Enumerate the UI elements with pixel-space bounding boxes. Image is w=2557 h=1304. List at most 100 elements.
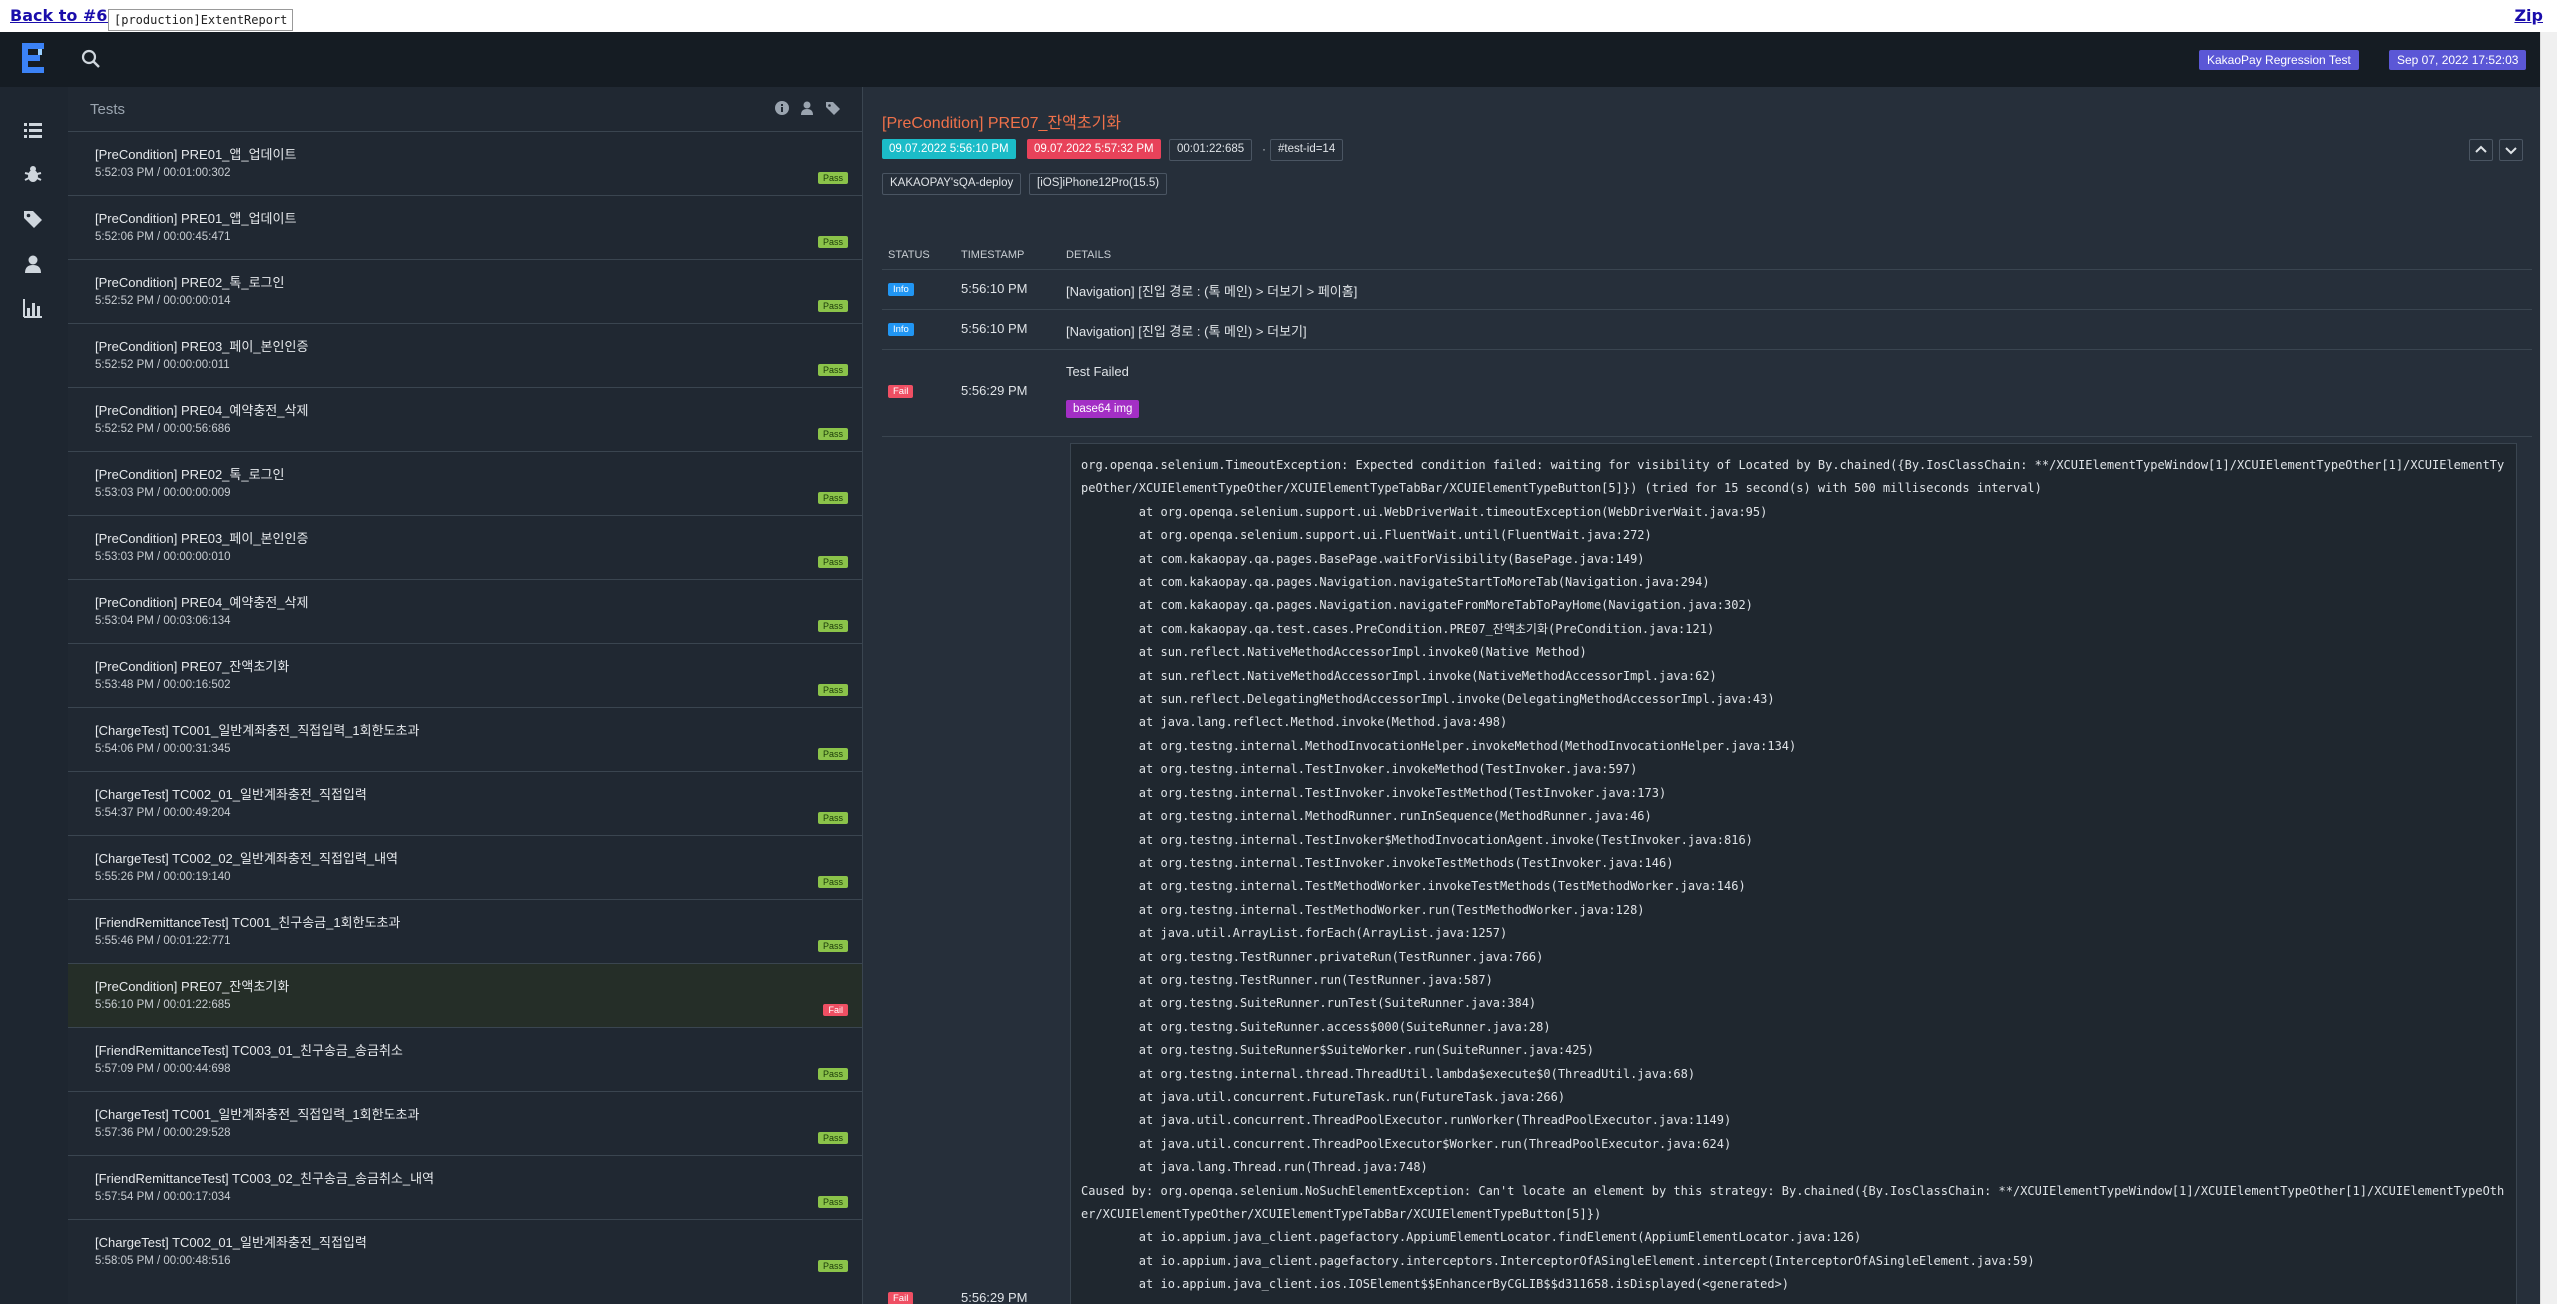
test-time: 5:54:37 PM / 00:00:49:204	[95, 807, 231, 819]
test-name: [PreCondition] PRE02_톡_로그인	[95, 275, 285, 290]
start-time-chip: 09.07.2022 5:56:10 PM	[882, 139, 1016, 159]
test-list-item[interactable]: [ChargeTest] TC002_01_일반계좌충전_직접입력 5:58:05…	[68, 1219, 862, 1283]
test-list-item[interactable]: [PreCondition] PRE02_톡_로그인 5:52:52 PM / 0…	[68, 259, 862, 323]
test-list-item[interactable]: [PreCondition] PRE03_페이_본인인증 5:53:03 PM /…	[68, 515, 862, 579]
status-badge: Pass	[817, 812, 848, 824]
test-name: [PreCondition] PRE03_페이_본인인증	[95, 339, 309, 354]
test-list-item[interactable]: [ChargeTest] TC002_01_일반계좌충전_직접입력 5:54:37…	[68, 771, 862, 835]
test-list-title: Tests	[90, 101, 126, 118]
test-list-item[interactable]: [FriendRemittanceTest] TC003_02_친구송금_송금취…	[68, 1155, 862, 1219]
list-icon[interactable]	[22, 119, 44, 141]
log-row: Info 5:56:10 PM [Navigation] [진입 경로 : (톡…	[882, 270, 2532, 310]
page-scrollbar[interactable]	[2540, 32, 2557, 1304]
back-link[interactable]: Back to #65	[10, 6, 119, 25]
log-row: Info 5:56:10 PM [Navigation] [진입 경로 : (톡…	[882, 310, 2532, 350]
bug-icon[interactable]	[22, 163, 44, 185]
status-badge: Pass	[817, 748, 848, 760]
test-name: [PreCondition] PRE04_예약충전_삭제	[95, 403, 309, 418]
test-time: 5:53:03 PM / 00:00:00:009	[95, 487, 231, 499]
next-test-button[interactable]	[2499, 139, 2523, 161]
test-time: 5:52:03 PM / 00:01:00:302	[95, 167, 231, 179]
duration-chip: 00:01:22:685	[1169, 139, 1253, 161]
end-time-chip: 09.07.2022 5:57:32 PM	[1027, 139, 1161, 159]
test-name: [FriendRemittanceTest] TC003_01_친구송금_송금취…	[95, 1043, 403, 1058]
test-name: [FriendRemittanceTest] TC003_02_친구송금_송금취…	[95, 1171, 435, 1186]
test-time: 5:55:46 PM / 00:01:22:771	[95, 935, 231, 947]
bar-chart-icon[interactable]	[22, 297, 44, 319]
log-details: [Navigation] [진입 경로 : (톡 메인) > 더보기]	[1066, 324, 1307, 339]
test-title: [PreCondition] PRE07_잔액초기화	[882, 115, 1122, 132]
base64-image-link[interactable]: base64 img	[1066, 400, 1140, 418]
test-time: 5:52:52 PM / 00:00:00:011	[95, 359, 230, 371]
test-list-item[interactable]: [ChargeTest] TC002_02_일반계좌충전_직접입력_내역 5:55…	[68, 835, 862, 899]
zip-link[interactable]: Zip	[2514, 6, 2543, 25]
test-list-item[interactable]: [ChargeTest] TC001_일반계좌충전_직접입력_1회한도초과 5:5…	[68, 707, 862, 771]
test-list: Tests [PreCondition] PRE01_앱_업데이트 5:52:03…	[68, 87, 863, 1304]
status-badge: Pass	[817, 684, 848, 696]
test-list-item[interactable]: [ChargeTest] TC001_일반계좌충전_직접입력_1회한도초과 5:5…	[68, 1091, 862, 1155]
tag-icon[interactable]	[825, 100, 841, 116]
status-badge: Pass	[817, 236, 848, 248]
status-badge: Pass	[817, 876, 848, 888]
test-time: 5:57:36 PM / 00:00:29:528	[95, 1127, 231, 1139]
test-name: [PreCondition] PRE03_페이_본인인증	[95, 531, 309, 546]
test-list-header: Tests	[68, 87, 862, 131]
test-list-item[interactable]: [PreCondition] PRE04_예약충전_삭제 5:52:52 PM /…	[68, 387, 862, 451]
device-tag-chip[interactable]: KAKAOPAY'sQA-deploy	[882, 173, 1022, 195]
log-time: 5:56:29 PM	[961, 1290, 1028, 1304]
test-name: [PreCondition] PRE04_예약충전_삭제	[95, 595, 309, 610]
test-id-chip: #test-id=14	[1270, 139, 1344, 161]
user-icon[interactable]	[799, 100, 815, 116]
test-list-item[interactable]: [PreCondition] PRE01_앱_업데이트 5:52:03 PM / …	[68, 131, 862, 195]
test-name: [PreCondition] PRE01_앱_업데이트	[95, 147, 297, 162]
test-name: [ChargeTest] TC002_02_일반계좌충전_직접입력_내역	[95, 851, 398, 866]
device-tag-chip[interactable]: [iOS]iPhone12Pro(15.5)	[1029, 173, 1168, 195]
test-time: 5:53:04 PM / 00:03:06:134	[95, 615, 231, 627]
log-details: [Navigation] [진입 경로 : (톡 메인) > 더보기 > 페이홈…	[1066, 284, 1358, 299]
user-icon[interactable]	[22, 253, 44, 275]
status-badge: Info	[888, 323, 914, 336]
tag-icon[interactable]	[22, 208, 44, 230]
chevron-down-icon	[2505, 147, 2517, 155]
test-name: [PreCondition] PRE07_잔액초기화	[95, 979, 290, 994]
test-time: 5:58:05 PM / 00:00:48:516	[95, 1255, 231, 1267]
chevron-up-icon	[2475, 145, 2487, 153]
log-table-header: STATUS TIMESTAMP DETAILS	[882, 241, 2532, 270]
side-nav	[0, 87, 68, 1304]
test-list-item[interactable]: [PreCondition] PRE07_잔액초기화 5:56:10 PM / 0…	[68, 963, 862, 1027]
status-badge: Pass	[817, 1196, 848, 1208]
status-badge: Pass	[817, 940, 848, 952]
separator-dot: ·	[1262, 142, 1266, 156]
test-name: [ChargeTest] TC002_01_일반계좌충전_직접입력	[95, 787, 367, 802]
test-name: [PreCondition] PRE02_톡_로그인	[95, 467, 285, 482]
status-header: STATUS	[888, 249, 930, 261]
prev-test-button[interactable]	[2469, 139, 2493, 161]
test-name: [PreCondition] PRE07_잔액초기화	[95, 659, 290, 674]
test-time: 5:53:48 PM / 00:00:16:502	[95, 679, 231, 691]
test-list-item[interactable]: [PreCondition] PRE04_예약충전_삭제 5:53:04 PM /…	[68, 579, 862, 643]
test-time: 5:57:09 PM / 00:00:44:698	[95, 1063, 231, 1075]
test-time: 5:52:52 PM / 00:00:00:014	[95, 295, 231, 307]
status-badge: Pass	[817, 428, 848, 440]
status-badge: Pass	[817, 1132, 848, 1144]
info-circle-icon[interactable]	[774, 100, 790, 116]
test-list-item[interactable]: [PreCondition] PRE01_앱_업데이트 5:52:06 PM / …	[68, 195, 862, 259]
test-time: 5:52:06 PM / 00:00:45:471	[95, 231, 231, 243]
status-badge: Pass	[817, 300, 848, 312]
test-list-item[interactable]: [PreCondition] PRE02_톡_로그인 5:53:03 PM / 0…	[68, 451, 862, 515]
report-tab[interactable]: [production]ExtentReport	[108, 9, 294, 31]
test-name: [ChargeTest] TC001_일반계좌충전_직접입력_1회한도초과	[95, 1107, 420, 1122]
app-header: KakaoPay Regression Test Sep 07, 2022 17…	[0, 32, 2541, 87]
search-icon[interactable]	[80, 48, 102, 70]
test-time: 5:57:54 PM / 00:00:17:034	[95, 1191, 231, 1203]
test-list-item[interactable]: [FriendRemittanceTest] TC001_친구송금_1회한도초과…	[68, 899, 862, 963]
test-list-item[interactable]: [FriendRemittanceTest] TC003_01_친구송금_송금취…	[68, 1027, 862, 1091]
status-badge: Pass	[817, 556, 848, 568]
logo-icon[interactable]	[22, 41, 52, 77]
status-badge: Pass	[817, 620, 848, 632]
status-badge: Pass	[817, 492, 848, 504]
test-name: [FriendRemittanceTest] TC001_친구송금_1회한도초과	[95, 915, 401, 930]
status-badge: Pass	[817, 1068, 848, 1080]
test-list-item[interactable]: [PreCondition] PRE03_페이_본인인증 5:52:52 PM /…	[68, 323, 862, 387]
test-list-item[interactable]: [PreCondition] PRE07_잔액초기화 5:53:48 PM / 0…	[68, 643, 862, 707]
